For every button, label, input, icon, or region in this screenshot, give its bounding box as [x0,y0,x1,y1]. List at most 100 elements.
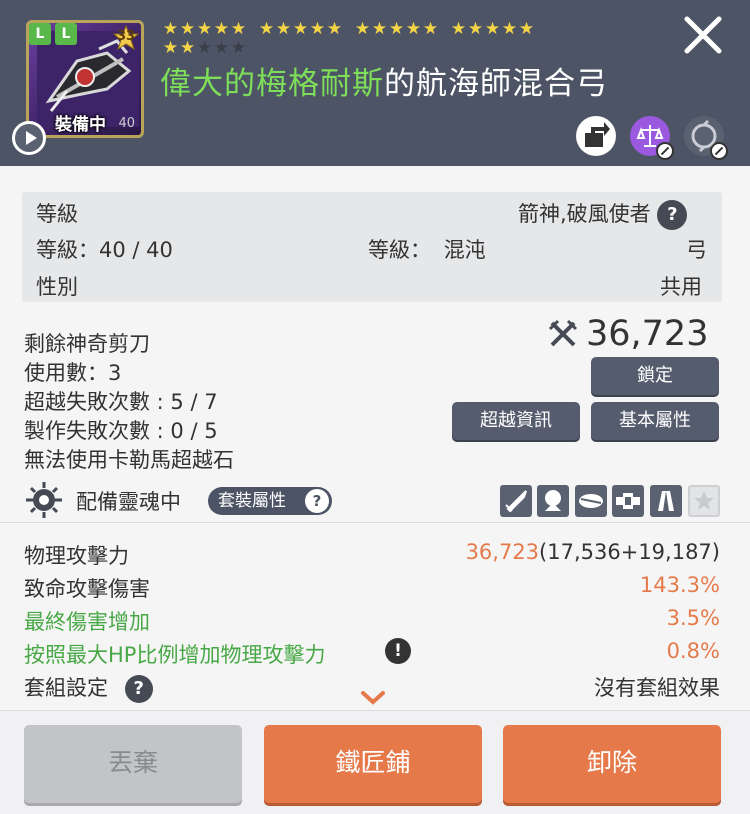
upgrade-star-icon: 33 [112,24,140,51]
blocked-badge-icon [656,142,674,160]
basic-stats-button[interactable]: 基本屬性 [591,402,719,440]
sword-slot-icon[interactable] [500,485,532,517]
share-icon[interactable] [576,116,616,156]
star-filled-icon: ★ [275,19,292,39]
upgrade-level: 33 [116,29,136,44]
job-text: 箭神,破風使者 [518,202,651,226]
star-slot-icon[interactable] [688,485,720,517]
star-filled-icon: ★ [450,19,467,39]
star-filled-icon: ★ [354,19,371,39]
set-setting-value: 沒有套組效果 [594,676,720,700]
star-filled-icon: ★ [230,19,247,39]
stat-label-final-damage: 最終傷害增加 [24,610,150,634]
transcend-fail-count: 超越失敗次數 : 5 / 7 [24,390,218,414]
star-filled-icon: ★ [518,19,535,39]
section-divider [0,522,750,523]
unequip-button[interactable]: 卸除 [503,725,721,803]
set-setting-label: 套組設定 [24,676,108,700]
job-requirement: 箭神,破風使者 ? [518,198,688,230]
set-setting-help-icon[interactable]: ? [124,675,153,703]
grade-row: 等級： 混沌 [368,234,486,264]
star-group: ★ ★ ★ ★ ★ [450,20,535,39]
info-alert-icon[interactable]: ! [385,638,411,664]
star-group: ★ ★ ★ ★ ★ [162,39,247,58]
combat-power: 36,723 [548,312,708,356]
close-icon[interactable] [682,14,724,56]
weapon-type: 弓 [686,238,707,262]
trade-scale-icon[interactable] [630,116,674,160]
star-filled-icon: ★ [405,19,422,39]
stat-value-final-damage: 3.5% [666,606,720,630]
star-filled-icon: ★ [467,19,484,39]
star-empty-icon: ★ [196,38,213,58]
combat-power-value: 36,723 [586,314,709,354]
equipped-label: 裝備中 [55,115,106,135]
star-filled-icon: ★ [292,19,309,39]
grade-label: 等級： [368,238,431,262]
stat-value-phys-attack: 36,723(17,536+19,187) [466,540,720,564]
star-filled-icon: ★ [422,19,439,39]
item-header: L L 33 裝備中 40 ★ ★ ★ ★ ★ ★ ★ ★ ★ ★ ★ ★ ★ ★ ★ ★ ★ ★ ★ ★ ★ ★ ★ ★ ★ … [0,0,750,166]
chevron-down-icon[interactable] [360,690,386,706]
scissors-count: 使用數：3 [24,361,122,385]
req-level-label: 等級 [36,202,78,226]
soul-icon [26,482,62,518]
level-badge-1: L [29,23,51,45]
item-title: 偉大的梅格耐斯的航海師混合弓 [160,58,608,103]
star-filled-icon: ★ [326,19,343,39]
soul-label: 配備靈魂中 [76,490,181,514]
star-filled-icon: ★ [258,19,275,39]
phys-attack-detail: (17,536+19,187) [539,540,720,564]
discard-button[interactable]: 丟棄 [24,725,242,803]
item-title-rest: 的航海師混合弓 [384,66,608,102]
star-empty-icon: ★ [213,38,230,58]
set-setting-row: 套組設定 ? [24,672,153,703]
star-filled-icon: ★ [388,19,405,39]
play-icon[interactable] [12,121,46,155]
star-filled-icon: ★ [162,38,179,58]
set-help-icon[interactable]: ? [305,489,329,513]
star-filled-icon: ★ [371,19,388,39]
crossed-swords-icon [548,319,578,347]
star-group: ★ ★ ★ ★ ★ [354,20,439,39]
level-label: 等級：40 / 40 [36,238,173,262]
stat-value-crit-damage: 143.3% [639,573,720,597]
level-badge-2: L [55,23,77,45]
stat-label-crit-damage: 致命攻擊傷害 [24,577,150,601]
star-filled-icon: ★ [484,19,501,39]
equip-level-small: 40 [118,116,135,131]
star-filled-icon: ★ [196,19,213,39]
star-force-rating: ★ ★ ★ ★ ★ ★ ★ ★ ★ ★ ★ ★ ★ ★ ★ ★ ★ ★ ★ ★ ★ ★ ★ ★ ★ [162,20,582,58]
gender-label: 性別 [36,275,78,299]
star-group: ★ ★ ★ ★ ★ [162,20,247,39]
star-filled-icon: ★ [309,19,326,39]
smithy-button[interactable]: 鐵匠鋪 [264,725,482,803]
helmet-slot-icon[interactable] [537,485,569,517]
no-transfer-icon[interactable] [684,116,728,160]
phys-attack-total: 36,723 [465,540,540,564]
star-group: ★ ★ ★ ★ ★ [258,20,343,39]
glove-slot-icon[interactable] [575,485,607,517]
star-filled-icon: ★ [162,19,179,39]
stat-value-hp-attack: 0.8% [666,639,720,663]
craft-fail-count: 製作失敗次數 : 0 / 5 [24,419,218,443]
stat-label-phys-attack: 物理攻擊力 [24,544,129,568]
star-filled-icon: ★ [179,38,196,58]
set-attributes-label: 套裝屬性 [218,491,286,511]
star-filled-icon: ★ [501,19,518,39]
star-filled-icon: ★ [179,19,196,39]
star-empty-icon: ★ [230,38,247,58]
set-attributes-pill[interactable]: 套裝屬性 ? [208,487,332,515]
cape-slot-icon[interactable] [650,485,682,517]
stat-label-hp-attack: 按照最大HP比例增加物理攻擊力 [24,643,326,667]
scissors-label: 剩餘神奇剪刀 [24,332,150,356]
blocked-badge-icon [710,142,728,160]
armor-slot-icon[interactable] [612,485,644,517]
job-help-icon[interactable]: ? [657,200,688,230]
transcend-info-button[interactable]: 超越資訊 [452,402,580,440]
item-title-highlight: 偉大的梅格耐斯 [160,66,384,102]
item-icon-frame[interactable]: L L 33 裝備中 40 [26,20,144,138]
grade-value: 混沌 [443,238,486,262]
gender-value: 共用 [660,275,702,299]
lock-button[interactable]: 鎖定 [591,357,719,395]
